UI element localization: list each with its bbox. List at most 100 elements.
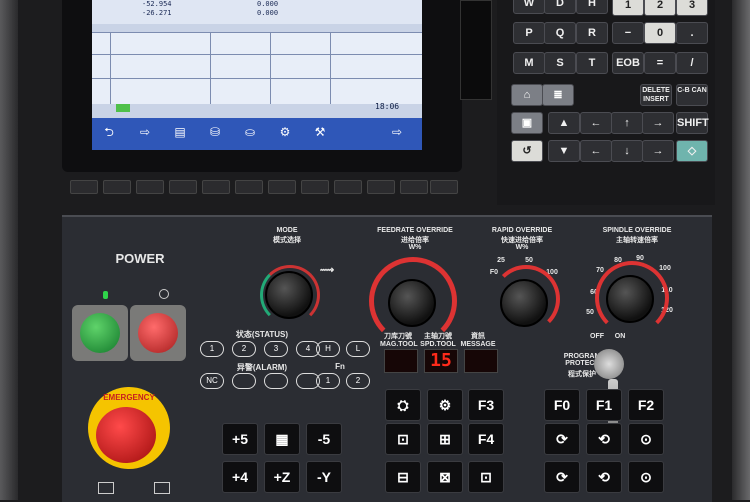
status-button-2[interactable]: 2 xyxy=(232,341,256,357)
spindle-key[interactable]: ⟳ xyxy=(544,423,580,455)
key-offset[interactable]: ▣ xyxy=(511,112,543,134)
key-arrow-left-2[interactable]: ← xyxy=(580,140,612,162)
panel-key[interactable]: ⊡ xyxy=(468,461,504,493)
rapid-unit: W% xyxy=(515,244,529,251)
spd-tool-display: 15 xyxy=(424,349,458,373)
hardware-softkey[interactable] xyxy=(430,180,458,194)
key-input[interactable]: ◇ xyxy=(676,140,708,162)
panel-key[interactable]: ⊠ xyxy=(427,461,463,493)
alarm-button[interactable] xyxy=(264,373,288,389)
hardware-softkey[interactable] xyxy=(235,180,263,194)
key-eob[interactable]: EOB xyxy=(612,52,644,74)
key-arrow-up[interactable]: ↑ xyxy=(611,112,643,134)
key-0[interactable]: 0 xyxy=(644,22,676,44)
f1-key[interactable]: F1 xyxy=(586,389,622,421)
panel-key[interactable]: ⊡ xyxy=(385,423,421,455)
key-p[interactable]: P xyxy=(513,22,545,44)
status-button-1[interactable]: 1 xyxy=(200,341,224,357)
key-1[interactable]: 1 xyxy=(612,0,644,16)
softkey-return-icon[interactable]: ⮌ xyxy=(96,124,122,140)
key-can[interactable]: C-B CAN xyxy=(676,84,708,106)
key-arrow-right[interactable]: → xyxy=(642,112,674,134)
emergency-stop-button[interactable] xyxy=(96,407,156,463)
key-t[interactable]: T xyxy=(576,52,608,74)
key-dot[interactable]: . xyxy=(676,22,708,44)
hardware-softkey[interactable] xyxy=(70,180,98,194)
jog-plus-5[interactable]: +5 xyxy=(222,423,258,455)
hardware-softkey[interactable] xyxy=(334,180,362,194)
panel-key[interactable]: ⊟ xyxy=(385,461,421,493)
status-button-l[interactable]: L xyxy=(346,341,370,357)
status-button-h[interactable]: H xyxy=(316,341,340,357)
status-button-3[interactable]: 3 xyxy=(264,341,288,357)
softkey-icon[interactable]: ⛀ xyxy=(237,124,263,140)
spindle-override-knob[interactable] xyxy=(606,275,654,323)
softkey-next-icon[interactable]: ⇨ xyxy=(384,124,410,140)
panel-key[interactable]: ⊞ xyxy=(427,423,463,455)
panel-key[interactable]: ⟲ xyxy=(586,461,622,493)
key-d[interactable]: D xyxy=(544,0,576,14)
key-arrow-down[interactable]: ↓ xyxy=(611,140,643,162)
key-slash[interactable]: / xyxy=(676,52,708,74)
key-equals[interactable]: = xyxy=(644,52,676,74)
softkey-icon[interactable]: ▤ xyxy=(167,124,193,140)
softkey-icon[interactable]: ⇨ xyxy=(132,124,158,140)
key-position[interactable]: ⌂ xyxy=(511,84,543,106)
rapid-tick: 50 xyxy=(525,257,533,264)
softkey-icon[interactable]: ⚙ xyxy=(272,124,298,140)
rapid-override-knob[interactable] xyxy=(500,279,548,327)
f4-key[interactable]: F4 xyxy=(468,423,504,455)
hardware-softkey[interactable] xyxy=(202,180,230,194)
key-q[interactable]: Q xyxy=(544,22,576,44)
panel-key[interactable]: ⊙ xyxy=(628,461,664,493)
program-protect-keyswitch[interactable] xyxy=(594,349,624,379)
key-3[interactable]: 3 xyxy=(676,0,708,16)
key-arrow-right-2[interactable]: → xyxy=(642,140,674,162)
key-arrow-left[interactable]: ← xyxy=(580,112,612,134)
emergency-icon xyxy=(98,482,114,494)
jog-minus-5[interactable]: -5 xyxy=(306,423,342,455)
tool-change-key[interactable]: ⚙ xyxy=(427,389,463,421)
hardware-softkey[interactable] xyxy=(367,180,395,194)
message-label: 資訊 MESSAGE xyxy=(460,333,496,348)
alarm-button-nc[interactable]: NC xyxy=(200,373,224,389)
fn-button-2[interactable]: 2 xyxy=(346,373,370,389)
key-2[interactable]: 2 xyxy=(644,0,676,16)
hardware-softkey[interactable] xyxy=(136,180,164,194)
key-address[interactable]: R xyxy=(576,22,608,44)
panel-key[interactable]: ⟳ xyxy=(544,461,580,493)
key-m[interactable]: M xyxy=(513,52,545,74)
softkey-icon[interactable]: ⛁ xyxy=(202,124,228,140)
f2-key[interactable]: F2 xyxy=(628,389,664,421)
f0-key[interactable]: F0 xyxy=(544,389,580,421)
key-s[interactable]: S xyxy=(544,52,576,74)
f3-key[interactable]: F3 xyxy=(468,389,504,421)
key-reset[interactable]: ↺ xyxy=(511,140,543,162)
spindle-key[interactable]: ⊙ xyxy=(628,423,664,455)
power-on-button[interactable] xyxy=(80,313,120,353)
alarm-button[interactable] xyxy=(232,373,256,389)
key-page-up[interactable]: ▲ xyxy=(548,112,580,134)
key-shift[interactable]: SHIFT xyxy=(676,112,709,134)
jog-plus-z[interactable]: +Z xyxy=(264,461,300,493)
jog-panel-key[interactable]: ▦ xyxy=(264,423,300,455)
hardware-softkey[interactable] xyxy=(301,180,329,194)
key-minus[interactable]: − xyxy=(612,22,644,44)
fn-button-1[interactable]: 1 xyxy=(316,373,340,389)
softkey-icon[interactable]: ⚒ xyxy=(307,124,333,140)
hardware-softkey[interactable] xyxy=(268,180,296,194)
power-off-button[interactable] xyxy=(138,313,178,353)
hardware-softkey[interactable] xyxy=(169,180,197,194)
key-page-down[interactable]: ▼ xyxy=(548,140,580,162)
hardware-softkey[interactable] xyxy=(400,180,428,194)
key-program[interactable]: ≣ xyxy=(542,84,574,106)
key-address[interactable]: H xyxy=(576,0,608,14)
tool-magazine-key[interactable]: ⛭ xyxy=(385,389,421,421)
key-address[interactable]: W xyxy=(513,0,545,14)
feedrate-override-knob[interactable] xyxy=(388,279,436,327)
key-delete-insert[interactable]: DELETE INSERT xyxy=(640,84,672,106)
spindle-key[interactable]: ⟲ xyxy=(586,423,622,455)
hardware-softkey[interactable] xyxy=(103,180,131,194)
jog-minus-y[interactable]: -Y xyxy=(306,461,342,493)
jog-plus-4[interactable]: +4 xyxy=(222,461,258,493)
